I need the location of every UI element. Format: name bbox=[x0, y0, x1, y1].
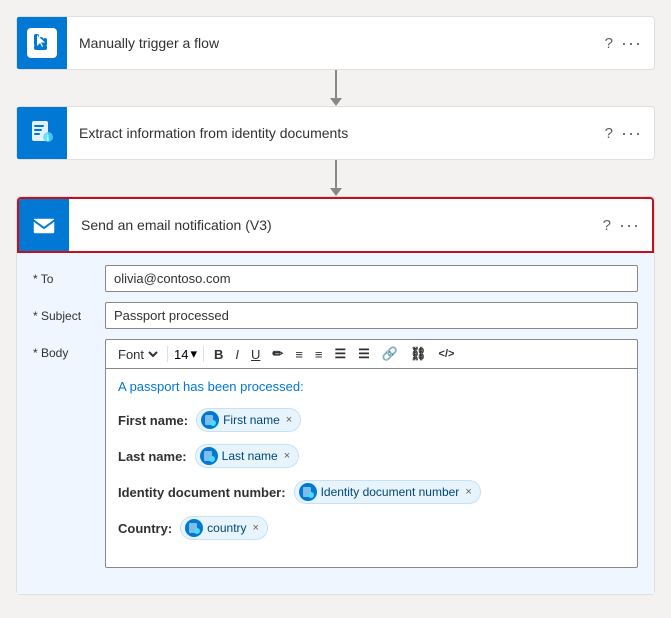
email-form-body: * To * Subject * Body Font bbox=[17, 253, 654, 594]
extract-identity-title: Extract information from identity docume… bbox=[67, 125, 605, 141]
firstname-token-close[interactable]: × bbox=[286, 414, 292, 426]
country-token[interactable]: country × bbox=[180, 516, 268, 540]
body-field-firstname: First name: First name × bbox=[118, 408, 625, 432]
extract-icon: i bbox=[26, 117, 58, 149]
subject-label: * Subject bbox=[33, 302, 105, 323]
body-field-country: Country: country × bbox=[118, 516, 625, 540]
firstname-token-text: First name bbox=[223, 413, 280, 427]
arrow-2 bbox=[330, 160, 342, 196]
body-editor[interactable]: A passport has been processed: First nam… bbox=[105, 368, 638, 568]
send-email-actions: ? ··· bbox=[603, 215, 652, 236]
unlink-btn[interactable]: ⛓ bbox=[406, 344, 431, 364]
lastname-label: Last name: bbox=[118, 449, 187, 464]
manually-trigger-title: Manually trigger a flow bbox=[67, 35, 605, 51]
docnumber-token[interactable]: Identity document number × bbox=[294, 480, 481, 504]
lastname-token-text: Last name bbox=[222, 449, 278, 463]
country-label: Country: bbox=[118, 521, 172, 536]
extract-identity-icon-box: i bbox=[17, 107, 67, 159]
arrow-head-1 bbox=[330, 98, 342, 106]
subject-input[interactable] bbox=[105, 302, 638, 329]
lastname-token[interactable]: Last name × bbox=[195, 444, 299, 468]
highlight-btn[interactable]: ✏ bbox=[268, 344, 287, 364]
italic-btn[interactable]: I bbox=[231, 345, 243, 364]
docnumber-token-close[interactable]: × bbox=[465, 486, 471, 498]
country-token-text: country bbox=[207, 521, 246, 535]
send-email-more-btn[interactable]: ··· bbox=[619, 215, 640, 236]
lastname-token-close[interactable]: × bbox=[284, 450, 290, 462]
manually-trigger-help-btn[interactable]: ? bbox=[605, 35, 613, 52]
hand-icon bbox=[27, 28, 57, 58]
bold-btn[interactable]: B bbox=[210, 345, 227, 364]
toolbar-sep-2 bbox=[203, 346, 204, 362]
align-left-btn[interactable]: ☰ bbox=[331, 344, 351, 364]
body-editor-container: Font 14 ▾ B I U ✏ ≡ ≡ ☰ bbox=[105, 339, 638, 568]
firstname-token[interactable]: First name × bbox=[196, 408, 301, 432]
email-card-header[interactable]: Send an email notification (V3) ? ··· bbox=[17, 197, 654, 253]
manually-trigger-actions: ? ··· bbox=[605, 33, 654, 54]
docnumber-token-icon bbox=[299, 483, 317, 501]
font-size-arrow[interactable]: ▾ bbox=[190, 346, 197, 362]
align-right-btn[interactable]: ☰ bbox=[354, 344, 374, 364]
arrow-line-2 bbox=[335, 160, 337, 188]
underline-btn[interactable]: U bbox=[247, 345, 264, 364]
code-btn[interactable]: </> bbox=[435, 346, 459, 362]
firstname-label: First name: bbox=[118, 413, 188, 428]
body-label: * Body bbox=[33, 339, 105, 360]
arrow-head-2 bbox=[330, 188, 342, 196]
ul-btn[interactable]: ≡ bbox=[291, 345, 307, 364]
to-row: * To bbox=[33, 265, 638, 292]
step-manually-trigger[interactable]: Manually trigger a flow ? ··· bbox=[16, 16, 655, 70]
subject-row: * Subject bbox=[33, 302, 638, 329]
font-size-group: 14 ▾ bbox=[174, 346, 197, 362]
body-toolbar: Font 14 ▾ B I U ✏ ≡ ≡ ☰ bbox=[105, 339, 638, 368]
country-token-close[interactable]: × bbox=[253, 522, 259, 534]
font-size-value: 14 bbox=[174, 347, 188, 362]
link-btn[interactable]: 🔗 bbox=[378, 344, 402, 364]
manually-trigger-more-btn[interactable]: ··· bbox=[621, 33, 642, 54]
flow-container: Manually trigger a flow ? ··· i bbox=[16, 16, 655, 595]
send-email-help-btn[interactable]: ? bbox=[603, 217, 611, 234]
toolbar-sep-1 bbox=[167, 346, 168, 362]
body-field-lastname: Last name: Last name × bbox=[118, 444, 625, 468]
body-row: * Body Font 14 ▾ B I bbox=[33, 339, 638, 568]
svg-text:i: i bbox=[47, 134, 49, 143]
body-field-docnumber: Identity document number: Identity docum… bbox=[118, 480, 625, 504]
email-icon-box bbox=[19, 199, 69, 251]
arrow-line-1 bbox=[335, 70, 337, 98]
to-input[interactable] bbox=[105, 265, 638, 292]
docnumber-token-text: Identity document number bbox=[321, 485, 460, 499]
extract-identity-actions: ? ··· bbox=[605, 123, 654, 144]
font-select[interactable]: Font bbox=[114, 346, 161, 363]
country-token-icon bbox=[185, 519, 203, 537]
arrow-1 bbox=[330, 70, 342, 106]
extract-identity-help-btn[interactable]: ? bbox=[605, 125, 613, 142]
manually-trigger-icon-box bbox=[17, 17, 67, 69]
docnumber-label: Identity document number: bbox=[118, 485, 286, 500]
lastname-token-icon bbox=[200, 447, 218, 465]
firstname-token-icon bbox=[201, 411, 219, 429]
to-label: * To bbox=[33, 265, 105, 286]
step-extract-identity[interactable]: i Extract information from identity docu… bbox=[16, 106, 655, 160]
extract-identity-more-btn[interactable]: ··· bbox=[621, 123, 642, 144]
body-intro-text: A passport has been processed: bbox=[118, 379, 625, 394]
ol-btn[interactable]: ≡ bbox=[311, 345, 327, 364]
send-email-title: Send an email notification (V3) bbox=[69, 217, 603, 233]
step-send-email: Send an email notification (V3) ? ··· * … bbox=[16, 196, 655, 595]
